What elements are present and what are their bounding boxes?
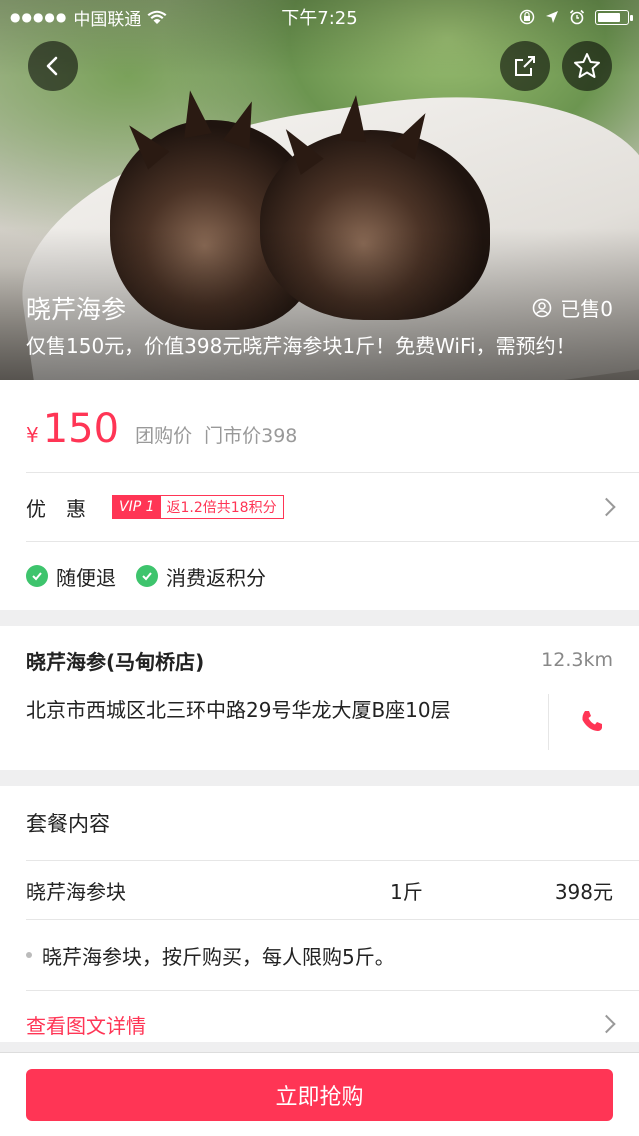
package-title: 套餐内容: [26, 812, 110, 836]
buy-now-button[interactable]: 立即抢购: [26, 1069, 613, 1121]
package-item-qty: 1斤: [390, 879, 423, 904]
chevron-left-icon: [46, 56, 58, 76]
bottom-bar: 立即抢购: [0, 1052, 639, 1136]
detail-link[interactable]: 查看图文详情: [26, 1010, 146, 1039]
product-title: 晓芹海参: [26, 295, 127, 324]
price-row: ¥ 150 团购价 门市价398: [0, 380, 639, 472]
shop-distance: 12.3km: [541, 649, 613, 671]
phone-icon: [582, 711, 602, 731]
shop-address-row[interactable]: 北京市西城区北三环中路29号华龙大厦B座10层: [0, 694, 639, 750]
check-icon: [136, 565, 158, 587]
clock: 下午7:25: [281, 8, 358, 29]
package-card: 套餐内容 晓芹海参块 1斤 398元 晓芹海参块，按斤购买，每人限购5斤。 查看…: [0, 786, 639, 1042]
feature-refund: 随便退: [56, 565, 116, 590]
shop-name-row[interactable]: 晓芹海参(马甸桥店) 12.3km: [0, 626, 639, 694]
group-price-label: 团购价: [135, 425, 193, 447]
star-icon: [574, 53, 600, 78]
share-icon: [515, 56, 535, 76]
vip-reward: 返1.2倍共18积分: [166, 500, 277, 516]
bullet-icon: [26, 952, 32, 958]
discount-row[interactable]: 优 惠 VIP 1 返1.2倍共18积分: [0, 473, 639, 541]
chevron-right-icon: [597, 497, 616, 517]
sold-count-label: 已售0: [560, 297, 613, 321]
discount-label: 优 惠: [26, 496, 86, 521]
divider: [548, 694, 549, 750]
package-item-price: 398元: [554, 879, 613, 904]
share-button[interactable]: [500, 41, 550, 91]
package-item-name: 晓芹海参块: [26, 879, 126, 904]
feature-points: 消费返积分: [166, 565, 266, 590]
package-item-row: 晓芹海参块 1斤 398元: [0, 861, 639, 919]
price-card: ¥ 150 团购价 门市价398 优 惠 VIP 1 返1.2倍共18积分 随便…: [0, 380, 639, 610]
group-price: 150: [42, 406, 120, 452]
package-note-row: 晓芹海参块，按斤购买，每人限购5斤。: [0, 920, 639, 990]
call-button[interactable]: [579, 708, 605, 738]
shop-name: 晓芹海参(马甸桥店): [26, 649, 205, 674]
battery-icon: [595, 9, 633, 25]
package-note: 晓芹海参块，按斤购买，每人限购5斤。: [42, 944, 395, 969]
detail-link-row[interactable]: 查看图文详情: [0, 991, 639, 1057]
features-row: 随便退 消费返积分: [0, 542, 639, 610]
check-icon: [26, 565, 48, 587]
vip-level: VIP 1: [113, 496, 161, 518]
vip-badge: VIP 1 返1.2倍共18积分: [112, 495, 284, 519]
back-button[interactable]: [28, 41, 78, 91]
store-price: 门市价398: [204, 425, 298, 447]
shop-address: 北京市西城区北三环中路29号华龙大厦B座10层: [26, 698, 451, 722]
product-hero-image: ●●●●● 中国联通 下午7:25 晓芹海参 已售0 仅售150元，价值398元…: [0, 0, 639, 380]
favorite-button[interactable]: [562, 41, 612, 91]
status-bar: ●●●●● 中国联通 下午7:25: [0, 0, 639, 34]
chevron-right-icon: [597, 1014, 616, 1034]
product-subtitle: 仅售150元，价值398元晓芹海参块1斤！免费WiFi，需预约！: [26, 334, 576, 358]
currency-symbol: ¥: [26, 423, 39, 447]
sold-count: 已售0: [532, 293, 613, 322]
user-icon: [532, 298, 552, 317]
shop-card: 晓芹海参(马甸桥店) 12.3km 北京市西城区北三环中路29号华龙大厦B座10…: [0, 626, 639, 770]
